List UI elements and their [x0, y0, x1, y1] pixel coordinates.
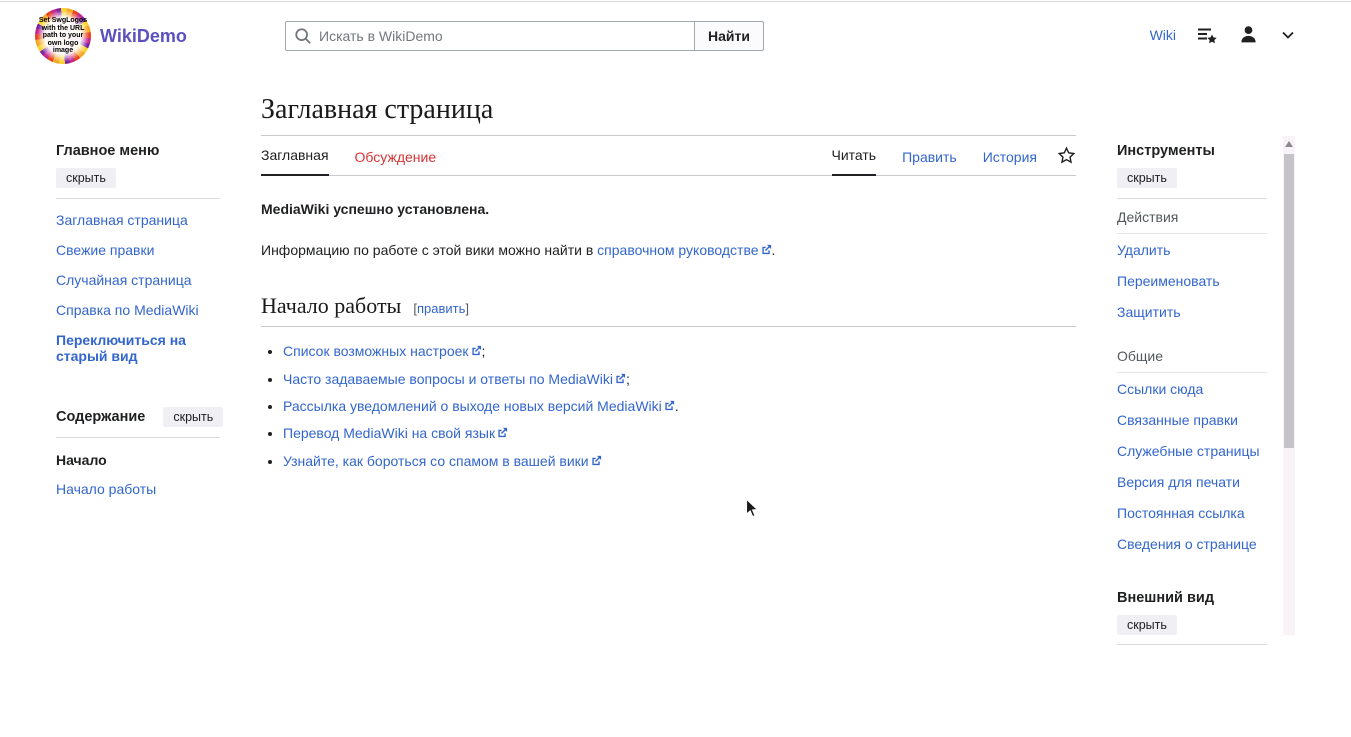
site-logo[interactable]: Set SwgLogos with the URL path to your o…	[35, 8, 91, 64]
tools-sidebar: Инструменты скрыть Действия Удалить Пере…	[1117, 143, 1267, 645]
tools-hide-button[interactable]: скрыть	[1117, 168, 1177, 188]
tab-page[interactable]: Заглавная	[261, 138, 329, 176]
getting-started-list: Список возможных настроек; Часто задавае…	[266, 341, 1076, 470]
divider	[56, 198, 220, 199]
search-button[interactable]: Найти	[694, 21, 764, 51]
external-link-icon	[471, 345, 482, 356]
tools-item-page-information[interactable]: Сведения о странице	[1117, 528, 1267, 559]
tools-group-actions: Действия	[1117, 199, 1267, 234]
sidebar-item-switch-old-look[interactable]: Переключиться на старый вид	[56, 325, 220, 371]
user-icon[interactable]	[1238, 24, 1259, 45]
article-body: MediaWiki успешно установлена. Информаци…	[261, 176, 1076, 471]
appearance-hide-button[interactable]: скрыть	[1117, 615, 1177, 635]
tools-item-delete[interactable]: Удалить	[1117, 234, 1267, 265]
section-title: Начало работы	[261, 290, 401, 322]
toc-title: Содержание	[56, 409, 145, 425]
mouse-cursor	[745, 498, 761, 520]
toc-item-getting-started[interactable]: Начало работы	[56, 474, 220, 504]
wiki-user-link[interactable]: Wiki	[1150, 27, 1176, 43]
tab-history[interactable]: История	[983, 140, 1037, 176]
sidebar-item-mediawiki-help[interactable]: Справка по MediaWiki	[56, 295, 220, 325]
main-menu-title: Главное меню	[56, 143, 220, 159]
tools-item-what-links-here[interactable]: Ссылки сюда	[1117, 373, 1267, 404]
watchlist-icon[interactable]	[1197, 25, 1217, 45]
tools-item-related-changes[interactable]: Связанные правки	[1117, 404, 1267, 435]
tab-discussion[interactable]: Обсуждение	[355, 140, 437, 176]
tools-item-special-pages[interactable]: Служебные страницы	[1117, 435, 1267, 466]
appearance-section: Внешний вид скрыть	[1117, 590, 1267, 645]
sidebar-item-recent-changes[interactable]: Свежие правки	[56, 235, 220, 265]
install-success-text: MediaWiki успешно установлена.	[261, 199, 1076, 219]
external-link-icon	[497, 427, 508, 438]
list-item: Узнайте, как бороться со спамом в вашей …	[283, 451, 1076, 471]
tab-bar: Заглавная Обсуждение Читать Править Исто…	[261, 138, 1076, 176]
tools-title: Инструменты	[1117, 143, 1267, 159]
search-input[interactable]	[319, 28, 694, 44]
tools-group-general: Общие	[1117, 338, 1267, 373]
window-top-border	[0, 1, 1351, 2]
sidebar-item-main-page[interactable]: Заглавная страница	[56, 205, 220, 235]
main-menu-hide-button[interactable]: скрыть	[56, 168, 116, 188]
site-logo-placeholder-text: Set SwgLogos with the URL path to your o…	[38, 17, 88, 55]
toc-header: Содержание скрыть	[56, 407, 220, 427]
edit-link[interactable]: править	[417, 301, 465, 316]
external-link-icon	[664, 400, 675, 411]
tools-item-protect[interactable]: Защитить	[1117, 296, 1267, 327]
external-link-icon	[615, 373, 626, 384]
header-user-area: Wiki	[1150, 24, 1296, 45]
left-sidebar: Главное меню скрыть Заглавная страница С…	[56, 143, 220, 504]
tab-read[interactable]: Читать	[832, 138, 877, 176]
combat-spam-link[interactable]: Узнайте, как бороться со спамом в вашей …	[283, 453, 602, 469]
page-title: Заглавная страница	[261, 88, 1076, 136]
toc-hide-button[interactable]: скрыть	[163, 407, 223, 427]
faq-link[interactable]: Часто задаваемые вопросы и ответы по Med…	[283, 371, 626, 387]
scrollbar-up-icon[interactable]	[1283, 136, 1295, 152]
intro-paragraph: Информацию по работе с этой вики можно н…	[261, 240, 1076, 260]
help-contents-link[interactable]: справочном руководстве	[597, 242, 771, 258]
list-item: Список возможных настроек;	[283, 341, 1076, 361]
list-item: Часто задаваемые вопросы и ответы по Med…	[283, 369, 1076, 389]
section-edit-link: [править]	[413, 300, 469, 319]
settings-list-link[interactable]: Список возможных настроек	[283, 343, 482, 359]
mediawiki-page: Set SwgLogos with the URL path to your o…	[0, 0, 1351, 737]
external-link-icon	[591, 455, 602, 466]
list-item: Рассылка уведомлений о выходе новых верс…	[283, 396, 1076, 416]
star-icon[interactable]	[1057, 146, 1076, 176]
namespace-tabs: Заглавная Обсуждение	[261, 138, 436, 175]
main-content: Заглавная страница Заглавная Обсуждение …	[261, 88, 1076, 478]
tools-item-move[interactable]: Переименовать	[1117, 265, 1267, 296]
chevron-down-icon[interactable]	[1280, 27, 1296, 43]
external-link-icon	[761, 244, 772, 255]
toc-section-start[interactable]: Начало	[56, 444, 220, 474]
sidebar-item-random-page[interactable]: Случайная страница	[56, 265, 220, 295]
release-mailing-list-link[interactable]: Рассылка уведомлений о выходе новых верс…	[283, 398, 675, 414]
list-item: Перевод MediaWiki на свой язык	[283, 423, 1076, 443]
tools-item-permanent-link[interactable]: Постоянная ссылка	[1117, 497, 1267, 528]
search-bar: Найти	[285, 21, 764, 51]
site-title[interactable]: WikiDemo	[100, 26, 187, 47]
localise-link[interactable]: Перевод MediaWiki на свой язык	[283, 425, 508, 441]
search-icon	[294, 27, 312, 45]
scrollbar-thumb[interactable]	[1284, 154, 1294, 448]
section-heading-row: Начало работы [править]	[261, 290, 1076, 328]
tab-edit[interactable]: Править	[902, 140, 957, 176]
view-tabs: Читать Править История	[832, 138, 1077, 175]
divider	[56, 437, 220, 438]
tools-item-printable-version[interactable]: Версия для печати	[1117, 466, 1267, 497]
search-box[interactable]	[285, 21, 695, 51]
appearance-title: Внешний вид	[1117, 590, 1267, 606]
